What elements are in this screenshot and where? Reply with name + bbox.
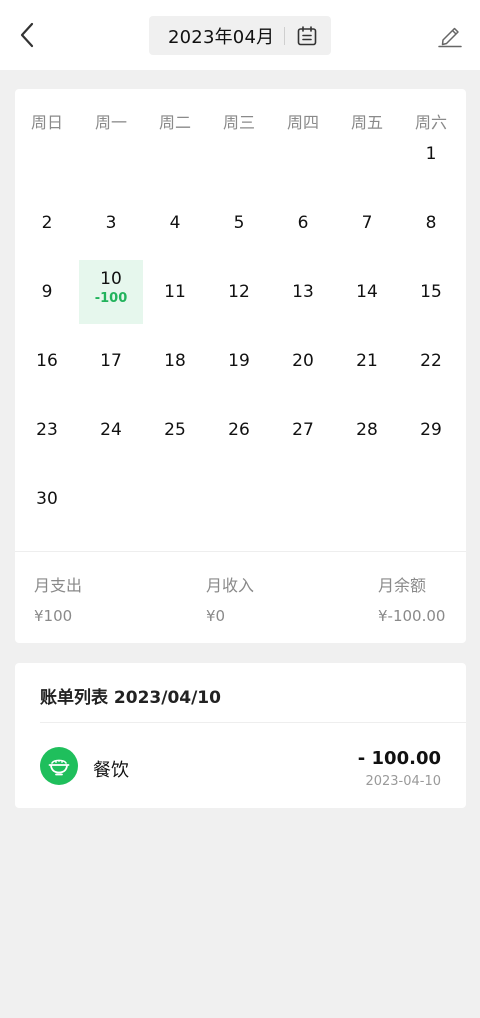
expense-value: ¥100 xyxy=(34,607,73,625)
day-number: 15 xyxy=(420,282,442,302)
day-number: 24 xyxy=(100,420,122,440)
day-number: 7 xyxy=(361,213,373,233)
bill-list-title: 账单列表 2023/04/10 xyxy=(40,688,221,708)
day-number: 11 xyxy=(164,282,186,302)
calendar-day-22[interactable]: 22 xyxy=(399,329,463,393)
calendar-day-21[interactable]: 21 xyxy=(335,329,399,393)
day-number: 26 xyxy=(228,420,250,440)
back-button[interactable] xyxy=(12,18,42,52)
calendar-icon xyxy=(297,25,317,46)
calendar-day-17[interactable]: 17 xyxy=(79,329,143,393)
calendar-day-12[interactable]: 12 xyxy=(207,260,271,324)
day-number: 3 xyxy=(105,213,117,233)
day-number: 14 xyxy=(356,282,378,302)
income-value: ¥0 xyxy=(206,607,226,625)
calendar-day-16[interactable]: 16 xyxy=(15,329,79,393)
calendar-day-15[interactable]: 15 xyxy=(399,260,463,324)
weekday-wed: 周三 xyxy=(222,113,255,132)
day-number: 23 xyxy=(36,420,58,440)
day-number: 17 xyxy=(100,351,122,371)
calendar-day-14[interactable]: 14 xyxy=(335,260,399,324)
bill-date: 2023-04-10 xyxy=(365,774,441,789)
picker-divider xyxy=(284,26,286,45)
calendar-day-4[interactable]: 4 xyxy=(143,191,207,255)
calendar-day-11[interactable]: 11 xyxy=(143,260,207,324)
weekday-tue: 周二 xyxy=(158,113,191,132)
chevron-left-icon xyxy=(20,22,34,48)
calendar-day-5[interactable]: 5 xyxy=(207,191,271,255)
calendar-day-28[interactable]: 28 xyxy=(335,398,399,462)
summary-divider xyxy=(15,551,466,552)
calendar-day-6[interactable]: 6 xyxy=(271,191,335,255)
day-number: 5 xyxy=(233,213,245,233)
calendar-day-13[interactable]: 13 xyxy=(271,260,335,324)
day-number: 4 xyxy=(169,213,181,233)
month-picker[interactable]: 2023年04月 xyxy=(149,16,331,55)
calendar-day-2[interactable]: 2 xyxy=(15,191,79,255)
monthly-expense: 月支出 ¥100 xyxy=(34,572,82,625)
day-amount: -100 xyxy=(94,291,128,306)
calendar-day-18[interactable]: 18 xyxy=(143,329,207,393)
top-bar: 2023年04月 xyxy=(0,0,480,70)
day-number: 13 xyxy=(292,282,314,302)
calendar-day-29[interactable]: 29 xyxy=(399,398,463,462)
day-number: 1 xyxy=(425,144,437,164)
day-number: 9 xyxy=(41,282,53,302)
day-number: 16 xyxy=(36,351,58,371)
calendar-day-27[interactable]: 27 xyxy=(271,398,335,462)
day-number: 21 xyxy=(356,351,378,371)
calendar-day-25[interactable]: 25 xyxy=(143,398,207,462)
weekday-thu: 周四 xyxy=(286,113,319,132)
day-number: 8 xyxy=(425,213,437,233)
day-number: 19 xyxy=(228,351,250,371)
weekday-sun: 周日 xyxy=(30,113,63,132)
income-label: 月收入 xyxy=(206,576,255,595)
calendar-day-7[interactable]: 7 xyxy=(335,191,399,255)
calendar-day-1[interactable]: 1 xyxy=(399,122,463,186)
monthly-balance: 月余额 ¥-100.00 xyxy=(378,572,445,625)
day-number: 22 xyxy=(420,351,442,371)
calendar-day-26[interactable]: 26 xyxy=(207,398,271,462)
calendar-card: 周日 周一 周二 周三 周四 周五 周六 1 2 3 4 5 6 7 8 9 10 -100 11 12… xyxy=(15,89,466,643)
calendar-day-10[interactable]: 10 -100 xyxy=(79,260,143,324)
day-number: 10 xyxy=(100,269,122,289)
expense-label: 月支出 xyxy=(34,576,83,595)
pencil-icon xyxy=(438,27,462,48)
calendar-day-8[interactable]: 8 xyxy=(399,191,463,255)
month-label: 2023年04月 xyxy=(168,26,275,48)
day-number: 6 xyxy=(297,213,309,233)
bill-amount: - 100.00 xyxy=(357,748,441,769)
monthly-income: 月收入 ¥0 xyxy=(206,572,254,625)
bill-list-card: 账单列表 2023/04/10 餐饮 - 100.00 2023-04-10 xyxy=(15,663,466,808)
rice-bowl-icon xyxy=(40,747,78,785)
day-number: 27 xyxy=(292,420,314,440)
calendar-day-23[interactable]: 23 xyxy=(15,398,79,462)
balance-value: ¥-100.00 xyxy=(378,607,446,625)
day-number: 25 xyxy=(164,420,186,440)
day-number: 20 xyxy=(292,351,314,371)
bill-item[interactable]: 餐饮 - 100.00 2023-04-10 xyxy=(15,723,466,808)
day-number: 2 xyxy=(41,213,53,233)
balance-label: 月余额 xyxy=(378,576,427,595)
calendar-day-3[interactable]: 3 xyxy=(79,191,143,255)
weekday-mon: 周一 xyxy=(94,113,127,132)
weekday-fri: 周五 xyxy=(350,113,383,132)
calendar-day-30[interactable]: 30 xyxy=(15,467,79,531)
day-number: 12 xyxy=(228,282,250,302)
calendar-day-19[interactable]: 19 xyxy=(207,329,271,393)
calendar-day-20[interactable]: 20 xyxy=(271,329,335,393)
bill-category: 餐饮 xyxy=(93,760,129,781)
calendar-day-24[interactable]: 24 xyxy=(79,398,143,462)
day-number: 30 xyxy=(36,489,58,509)
day-number: 18 xyxy=(164,351,186,371)
day-number: 29 xyxy=(420,420,442,440)
edit-button[interactable] xyxy=(434,20,466,50)
calendar-day-9[interactable]: 9 xyxy=(15,260,79,324)
day-number: 28 xyxy=(356,420,378,440)
